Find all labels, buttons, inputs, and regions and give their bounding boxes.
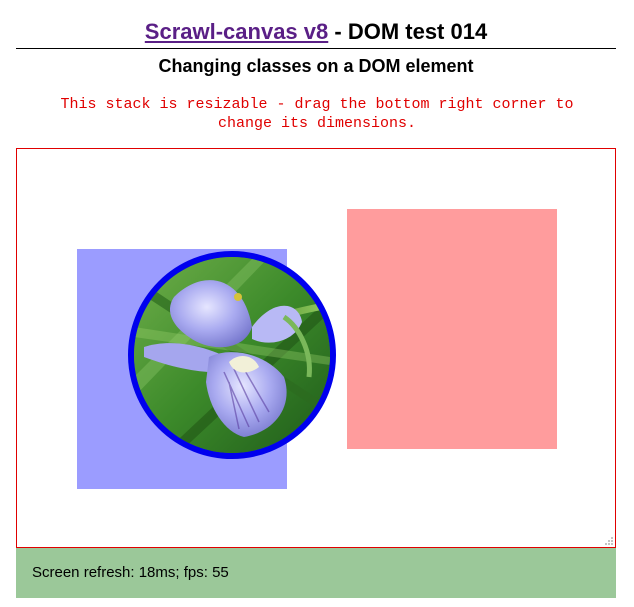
- resize-grip-icon[interactable]: [604, 536, 614, 546]
- title-suffix: - DOM test 014: [328, 19, 488, 44]
- iris-image-circle: [128, 251, 336, 459]
- status-bar: Screen refresh: 18ms; fps: 55: [16, 548, 616, 598]
- scrawl-canvas-link[interactable]: Scrawl-canvas v8: [145, 19, 328, 44]
- page-subtitle: Changing classes on a DOM element: [158, 56, 474, 76]
- resize-instruction-note: This stack is resizable - drag the botto…: [60, 96, 574, 132]
- title-divider: [16, 48, 616, 49]
- screen-refresh-readout: Screen refresh: 18ms; fps: 55: [32, 564, 229, 581]
- pink-element: [347, 209, 557, 449]
- page-title: Scrawl-canvas v8 - DOM test 014: [16, 18, 616, 46]
- resizable-stack[interactable]: [16, 148, 616, 548]
- iris-flower-image: [134, 257, 330, 453]
